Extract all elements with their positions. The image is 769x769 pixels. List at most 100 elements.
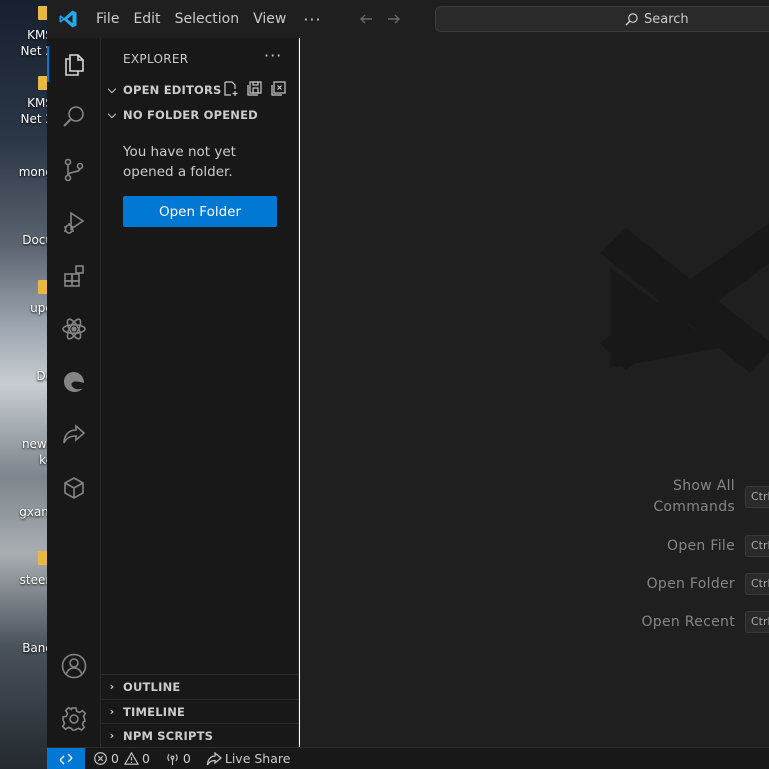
explorer-icon <box>65 54 84 76</box>
warning-icon <box>123 751 139 765</box>
shortcut-open-file: Open File Ctrl <box>615 535 769 557</box>
live-share-icon <box>63 424 86 444</box>
folder-icon <box>38 280 47 294</box>
sidebar-title: EXPLORER <box>123 52 189 66</box>
problems-status[interactable]: 0 0 <box>85 748 155 769</box>
desktop-item[interactable]: steen <box>0 572 47 588</box>
ports-count: 0 <box>182 751 191 766</box>
chevron-right-icon: › <box>109 680 115 693</box>
no-folder-message: You have not yet opened a folder. <box>123 144 236 180</box>
section-open-editors-label: OPEN EDITORS <box>123 83 222 97</box>
live-share-icon <box>206 751 222 765</box>
react-icon <box>62 318 86 340</box>
forward-arrow-icon[interactable] <box>380 0 408 38</box>
menu-selection[interactable]: Selection <box>168 0 247 38</box>
shortcut-label: Show All Commands <box>653 478 735 515</box>
shortcut-label: Open Folder <box>646 575 735 592</box>
desktop-item[interactable]: Docu <box>0 232 47 248</box>
chevron-right-icon: › <box>109 705 115 718</box>
run-debug-button[interactable] <box>47 199 101 247</box>
search-icon <box>625 12 638 26</box>
keybinding: Ctrl <box>745 486 769 508</box>
back-arrow-icon[interactable] <box>352 0 380 38</box>
react-button[interactable] <box>47 305 101 353</box>
explorer-sidebar: EXPLORER ··· ⌵ OPEN EDITORS ⌵ NO FOLDER … <box>101 38 299 747</box>
menu-view[interactable]: View <box>246 0 293 38</box>
search-button[interactable] <box>47 93 101 141</box>
desktop-item[interactable]: news ke <box>0 436 47 468</box>
source-control-icon <box>64 158 84 182</box>
search-icon <box>63 106 84 127</box>
warning-count: 0 <box>141 751 150 766</box>
extensions-button[interactable] <box>47 252 101 300</box>
folder-icon <box>38 551 47 565</box>
activity-bar <box>47 38 101 747</box>
section-timeline-label: TIMELINE <box>123 704 186 719</box>
run-debug-icon <box>64 211 85 234</box>
settings-button[interactable] <box>47 695 101 743</box>
account-button[interactable] <box>47 642 101 690</box>
package-button[interactable] <box>47 464 101 512</box>
vscode-watermark-icon <box>600 223 769 373</box>
shortcut-show-all-commands: Show All Commands Ctrl <box>595 476 769 518</box>
explorer-button[interactable] <box>47 40 101 88</box>
broadcast-icon <box>167 753 178 766</box>
shortcut-open-recent: Open Recent Ctrl <box>615 611 769 633</box>
keybinding: Ctrl <box>745 573 769 595</box>
chevron-right-icon: › <box>109 729 115 742</box>
edge-icon <box>64 372 84 392</box>
live-share-status[interactable]: Live Share <box>196 748 296 769</box>
section-outline[interactable]: › OUTLINE <box>101 674 299 698</box>
menu-more-button[interactable]: ··· <box>293 10 331 29</box>
section-npm-scripts[interactable]: › NPM SCRIPTS <box>101 723 299 747</box>
section-npm-scripts-label: NPM SCRIPTS <box>123 728 214 743</box>
section-no-folder-label: NO FOLDER OPENED <box>123 108 258 122</box>
extensions-icon <box>64 265 84 287</box>
save-all-icon[interactable] <box>246 80 263 97</box>
desktop-item[interactable]: Do <box>0 368 47 384</box>
title-bar: File Edit Selection View ··· Search <box>47 0 769 38</box>
remote-indicator-button[interactable] <box>47 747 85 769</box>
desktop-item[interactable]: upd <box>0 300 47 316</box>
status-bar: 0 0 0 Live Share <box>47 747 769 769</box>
section-timeline[interactable]: › TIMELINE <box>101 699 299 723</box>
live-share-label: Live Share <box>224 751 291 766</box>
close-all-icon[interactable] <box>270 80 287 97</box>
folder-icon <box>38 6 47 20</box>
desktop-item[interactable]: KMS Net 2 <box>0 95 47 127</box>
sidebar-more-button[interactable]: ··· <box>264 46 282 65</box>
shortcut-label: Open File <box>667 537 735 554</box>
live-share-button[interactable] <box>47 411 101 459</box>
error-icon <box>94 752 107 765</box>
search-label: Search <box>644 11 689 27</box>
chevron-down-icon: ⌵ <box>107 83 117 96</box>
edge-button[interactable] <box>47 358 101 406</box>
settings-icon <box>61 706 87 732</box>
section-no-folder[interactable]: ⌵ NO FOLDER OPENED <box>101 103 299 127</box>
desktop-background: KMS Net 2 KMS Net 2 mong Docu upd Do new… <box>0 0 47 769</box>
command-center-search[interactable]: Search <box>435 6 769 32</box>
open-editors-actions <box>222 80 287 97</box>
desktop-item[interactable]: mong <box>0 164 47 180</box>
section-outline-label: OUTLINE <box>123 679 181 694</box>
keybinding: Ctrl <box>745 611 769 633</box>
remote-icon <box>59 753 73 764</box>
desktop-item[interactable]: Band <box>0 640 47 656</box>
shortcut-open-folder: Open Folder Ctrl <box>615 573 769 595</box>
chevron-down-icon: ⌵ <box>107 108 117 121</box>
menu-edit[interactable]: Edit <box>126 0 167 38</box>
source-control-button[interactable] <box>47 146 101 194</box>
menu-file[interactable]: File <box>89 0 126 38</box>
new-untitled-file-icon[interactable] <box>222 80 239 97</box>
folder-icon <box>38 76 47 90</box>
package-icon <box>64 477 84 499</box>
keybinding: Ctrl <box>745 535 769 557</box>
desktop-item[interactable]: gxam <box>0 504 47 520</box>
shortcut-label: Open Recent <box>641 613 735 630</box>
account-icon <box>61 653 87 679</box>
desktop-item[interactable]: KMS Net 2 <box>0 27 47 59</box>
editor-area: Show All Commands Ctrl Open File Ctrl Op… <box>300 38 769 747</box>
ports-status[interactable]: 0 <box>155 748 196 769</box>
open-folder-button[interactable]: Open Folder <box>123 196 277 227</box>
vscode-logo-icon <box>47 0 89 38</box>
